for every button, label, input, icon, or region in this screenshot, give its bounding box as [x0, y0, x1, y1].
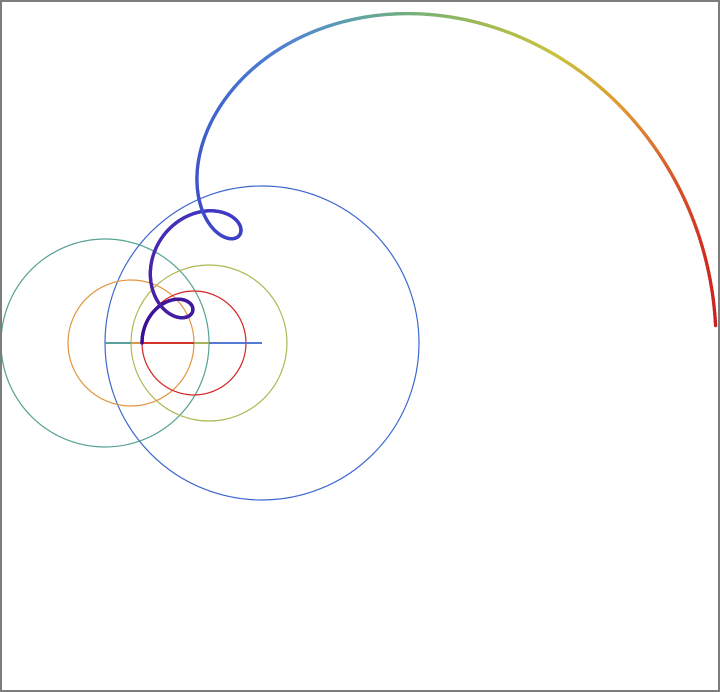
figure-frame: [0, 0, 720, 692]
trace-path: [142, 14, 716, 343]
epicycle-canvas: [2, 2, 718, 690]
